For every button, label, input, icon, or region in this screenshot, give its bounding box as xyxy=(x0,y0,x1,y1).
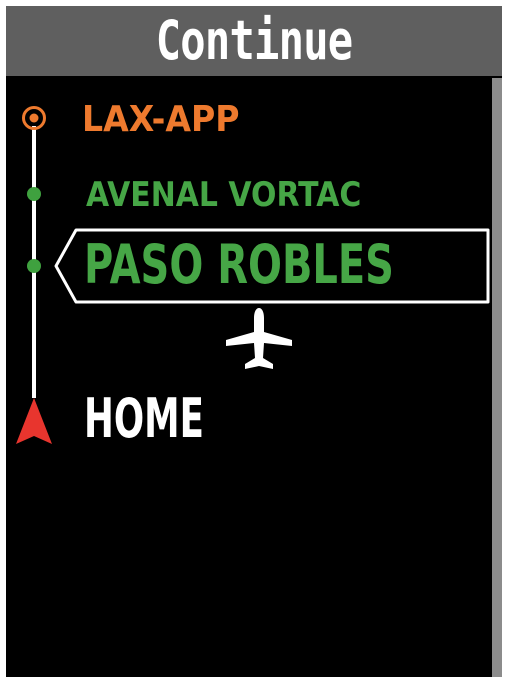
page-title: Continue xyxy=(155,9,353,72)
waypoint-label: HOME xyxy=(84,387,204,450)
waypoint-dot-icon xyxy=(27,259,41,273)
screen-frame: Continue LAX-APP AVENAL VORTAC PASO ROBL… xyxy=(6,6,502,677)
scrollbar[interactable] xyxy=(492,78,502,677)
waypoint-dot-icon xyxy=(27,187,41,201)
waypoint-label: AVENAL VORTAC xyxy=(86,175,362,215)
destination-arrow-icon xyxy=(16,398,52,444)
origin-circle-icon xyxy=(22,106,46,130)
waypoint-label: LAX-APP xyxy=(82,99,240,140)
title-bar: Continue xyxy=(6,6,502,76)
waypoint-label: PASO ROBLES xyxy=(84,233,394,296)
airplane-icon xyxy=(226,308,292,369)
